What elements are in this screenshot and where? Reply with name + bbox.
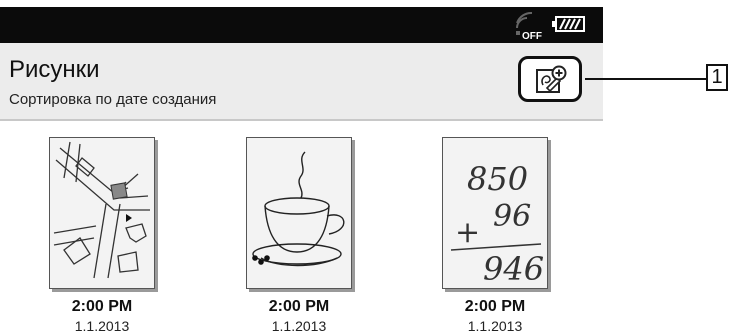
drawing-thumbnail[interactable] (49, 137, 155, 289)
drawings-grid: 2:00 PM 1.1.2013 2:00 PM 1.1.2013 850 96… (0, 121, 603, 334)
drawing-time: 2:00 PM (71, 298, 133, 315)
handwritten-number: 850 (467, 160, 528, 198)
header: Рисунки Сортировка по дате создания (0, 43, 603, 121)
handwritten-number: 96 (493, 199, 531, 234)
new-drawing-button[interactable] (518, 56, 582, 102)
wifi-off-icon: OFF (516, 12, 542, 40)
drawing-item[interactable]: 2:00 PM 1.1.2013 (17, 137, 187, 334)
drawing-item[interactable]: 2:00 PM 1.1.2013 (214, 137, 384, 334)
wifi-off-label: OFF (522, 31, 542, 40)
drawing-date: 1.1.2013 (271, 318, 327, 334)
callout-label: 1 (706, 64, 728, 91)
drawing-date: 1.1.2013 (467, 318, 523, 334)
drawing-thumbnail[interactable]: 850 96 + 946 (442, 137, 548, 289)
new-drawing-icon (536, 65, 567, 93)
drawing-time: 2:00 PM (464, 298, 526, 315)
map-sketch-thumbnail (53, 141, 150, 279)
drawing-date: 1.1.2013 (74, 318, 130, 334)
handwritten-result: 946 (483, 250, 544, 288)
screen: OFF Рисунки Сортировка по дате создания (0, 0, 603, 334)
callout-leader-line (585, 78, 706, 80)
status-bar: OFF (0, 7, 603, 43)
handwritten-plus: + (455, 215, 480, 250)
coffee-cup-sketch-thumbnail (252, 151, 345, 267)
addition-sketch-thumbnail: 850 96 + 946 (450, 160, 544, 288)
drawing-time: 2:00 PM (268, 298, 330, 315)
page-title: Рисунки (9, 56, 100, 83)
battery-icon (552, 16, 585, 32)
sort-subtitle[interactable]: Сортировка по дате создания (9, 91, 216, 108)
drawing-item[interactable]: 850 96 + 946 2:00 PM 1.1.2013 (410, 137, 580, 334)
drawing-thumbnail[interactable] (246, 137, 352, 289)
